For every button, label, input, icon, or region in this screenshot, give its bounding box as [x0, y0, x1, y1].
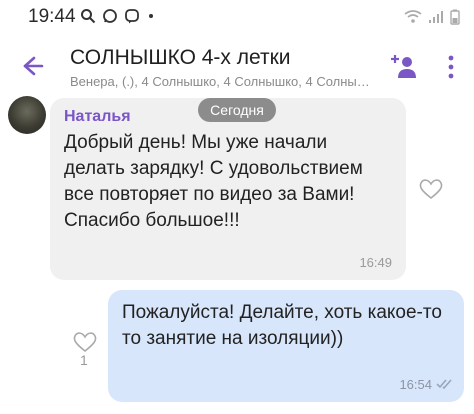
incoming-message-bubble[interactable]: Наталья Добрый день! Мы уже начали делат… [50, 98, 406, 280]
search-icon [81, 9, 96, 24]
outgoing-message-bubble[interactable]: Пожалуйста! Делайте, хоть какое-то то за… [108, 290, 464, 402]
chat-participants[interactable]: Венера, (.), 4 Солнышко, 4 Солнышко, 4 С… [70, 74, 370, 89]
message-text: Пожалуйста! Делайте, хоть какое-то то за… [122, 302, 442, 349]
like-heart-icon[interactable] [72, 330, 98, 354]
status-time: 19:44 [28, 6, 76, 27]
chat-title[interactable]: СОЛНЫШКО 4-х летки [70, 46, 291, 70]
read-receipt-icon [436, 379, 452, 390]
wifi-icon [404, 10, 422, 23]
status-notification-icons [80, 8, 156, 24]
add-participant-icon[interactable] [390, 52, 420, 82]
like-count[interactable]: 1 [80, 352, 88, 368]
sender-avatar[interactable] [8, 96, 46, 134]
more-options-icon[interactable] [446, 54, 456, 80]
message-time: 16:54 [399, 377, 432, 392]
battery-icon [450, 9, 460, 25]
dot-icon [149, 14, 153, 18]
like-heart-icon[interactable] [418, 177, 444, 201]
date-separator: Сегодня [198, 98, 276, 122]
status-system-icons [404, 9, 460, 25]
chat-header: СОЛНЫШКО 4-х летки Венера, (.), 4 Солныш… [0, 36, 474, 100]
message-text: Добрый день! Мы уже начали делать зарядк… [64, 132, 363, 231]
message-time: 16:49 [359, 255, 392, 270]
viber-icon [125, 9, 139, 24]
whatsapp-icon [103, 9, 117, 23]
status-bar: 19:44 [0, 0, 474, 34]
back-arrow-icon[interactable] [18, 52, 46, 80]
signal-icon [429, 11, 443, 23]
message-sender-name[interactable]: Наталья [64, 108, 131, 126]
